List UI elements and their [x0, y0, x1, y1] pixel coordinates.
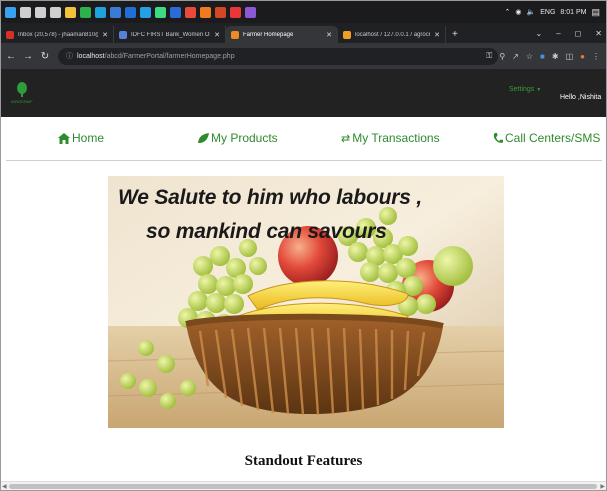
nav-my-transactions[interactable]: ⇄ My Transactions: [341, 131, 440, 145]
nav-home[interactable]: Home: [58, 131, 104, 145]
url-host: localhost: [77, 52, 105, 60]
horizontal-scrollbar[interactable]: ◀ ▶: [1, 481, 606, 490]
nav-label: My Transactions: [352, 131, 440, 145]
browser-tabstrip: Inbox (20,578) - jhaaman810@g ✕ IDFC FIR…: [1, 23, 606, 43]
vscode-icon[interactable]: [140, 6, 151, 18]
task-view-icon[interactable]: [50, 6, 61, 18]
tab-phpmyadmin[interactable]: localhost / 127.0.0.1 / agrocraft ✕: [338, 26, 446, 43]
system-tray: ⌃ ◉ 🔈 ENG 8:01 PM ▤: [505, 1, 600, 23]
info-icon[interactable]: ⓘ: [66, 51, 73, 61]
logo-leaf-icon: AGROCRAFT: [9, 82, 35, 104]
phone-icon: [493, 132, 503, 143]
nav-label: Call Centers/SMS: [505, 131, 601, 145]
word-icon[interactable]: [170, 6, 181, 18]
taskbar: ⌃ ◉ 🔈 ENG 8:01 PM ▤: [1, 1, 606, 23]
site-logo[interactable]: AGROCRAFT: [9, 81, 35, 105]
network-icon[interactable]: ◉: [515, 8, 521, 16]
nav-my-products[interactable]: My Products: [197, 131, 278, 145]
key-icon[interactable]: ⚿: [486, 51, 492, 61]
clock[interactable]: 8:01 PM: [560, 9, 586, 16]
new-tab-button[interactable]: +: [446, 26, 464, 43]
notification-icon[interactable]: ▤: [591, 7, 600, 18]
chevron-up-icon[interactable]: ⌃: [505, 8, 511, 16]
zoom-icon[interactable]: ⚲: [499, 52, 505, 61]
scrollbar-thumb[interactable]: [9, 484, 597, 489]
volume-icon[interactable]: 🔈: [527, 8, 536, 16]
search-icon[interactable]: [20, 6, 31, 18]
chrome-icon[interactable]: [80, 6, 91, 18]
tab-label: IDFC FIRST Bank_Women Only C: [131, 31, 210, 38]
close-icon[interactable]: ✕: [434, 31, 440, 39]
nav-call-centers[interactable]: Call Centers/SMS: [493, 131, 600, 145]
scroll-right-icon[interactable]: ▶: [600, 483, 605, 490]
profile-avatar[interactable]: ●: [580, 52, 585, 61]
app-icon-3[interactable]: [230, 6, 241, 18]
edge-icon[interactable]: [95, 6, 106, 18]
tab-label: Inbox (20,578) - jhaaman810@g: [18, 31, 99, 38]
photos-icon[interactable]: [110, 6, 121, 18]
bank-icon: [119, 30, 127, 39]
hero-slogan-line1: We Salute to him who labours ,: [118, 186, 422, 209]
tab-farmer-homepage[interactable]: Farmer Homepage ✕: [226, 26, 338, 43]
gmail-icon: [6, 30, 14, 39]
share-icon[interactable]: ↗: [512, 52, 519, 61]
settings-label: Settings: [509, 86, 535, 93]
nav-label: Home: [72, 131, 105, 145]
hero-slogan-line2: so mankind can savours: [146, 220, 387, 243]
screenshot-frame: ⌃ ◉ 🔈 ENG 8:01 PM ▤ Inbox (20,578) - jha…: [0, 0, 607, 491]
extension-icon[interactable]: ■: [540, 52, 545, 61]
language-indicator[interactable]: ENG: [540, 9, 555, 16]
tab-label: Farmer Homepage: [243, 31, 294, 38]
svg-text:AGROCRAFT: AGROCRAFT: [11, 99, 33, 104]
browser-toolbar: ← → ↻ ⓘ localhost /abcd/FarmerPortal/far…: [1, 43, 606, 69]
close-icon[interactable]: ✕: [326, 31, 332, 39]
back-icon[interactable]: ←: [4, 51, 18, 62]
app-icon-2[interactable]: [200, 6, 211, 18]
user-greeting: Hello ,Nishita: [560, 94, 602, 101]
taskbar-icons: [1, 6, 256, 18]
android-studio-icon[interactable]: [155, 6, 166, 18]
main-nav: Home My Products ⇄ My Transactions Call …: [6, 117, 602, 161]
phpmyadmin-icon: [343, 30, 351, 39]
reload-icon[interactable]: ↻: [38, 51, 52, 62]
home-icon: [58, 132, 70, 144]
forward-icon[interactable]: →: [21, 51, 35, 62]
settings-dropdown[interactable]: Settings ▼: [509, 86, 541, 93]
close-icon[interactable]: ✕: [214, 31, 220, 39]
tab-idfc[interactable]: IDFC FIRST Bank_Women Only C ✕: [114, 26, 226, 43]
maximize-icon[interactable]: ◻: [575, 29, 582, 38]
bookmark-star-icon[interactable]: ☆: [526, 52, 533, 61]
leaf-icon: [198, 132, 209, 143]
sidepanel-icon[interactable]: ◫: [566, 52, 574, 61]
app-icon[interactable]: [185, 6, 196, 18]
visual-studio-icon[interactable]: [245, 6, 256, 18]
close-window-icon[interactable]: ✕: [595, 29, 602, 38]
tab-label: localhost / 127.0.0.1 / agrocraft: [355, 31, 431, 38]
scroll-left-icon[interactable]: ◀: [2, 483, 7, 490]
minimize-icon[interactable]: –: [556, 29, 560, 38]
puzzle-icon[interactable]: ✱: [552, 52, 559, 61]
powerpoint-icon[interactable]: [215, 6, 226, 18]
url-path: /abcd/FarmerPortal/farmerHomepage.php: [104, 52, 235, 60]
exchange-icon: ⇄: [341, 132, 351, 145]
hero-banner: We Salute to him who labours , so mankin…: [108, 176, 504, 428]
tab-gmail[interactable]: Inbox (20,578) - jhaaman810@g ✕: [1, 26, 114, 43]
menu-icon[interactable]: ⋮: [592, 52, 600, 61]
close-icon[interactable]: ✕: [102, 31, 108, 39]
file-explorer-icon[interactable]: [65, 6, 76, 18]
cortana-icon[interactable]: [35, 6, 46, 18]
caret-down-icon: ▼: [536, 87, 542, 93]
window-controls: ⌄ – ◻ ✕: [536, 23, 603, 43]
standout-features-heading: Standout Features: [244, 453, 363, 469]
address-bar[interactable]: ⓘ localhost /abcd/FarmerPortal/farmerHom…: [58, 47, 498, 65]
tab-search-icon[interactable]: ⌄: [536, 29, 543, 38]
page-icon: [231, 30, 239, 39]
fruit-basket-image: [108, 176, 504, 428]
toolbar-icons: ⚿ ⚲ ↗ ☆ ■ ✱ ◫ ● ⋮: [486, 43, 600, 69]
windows-start-icon[interactable]: [5, 6, 16, 18]
nav-label: My Products: [211, 131, 278, 145]
site-header: AGROCRAFT Settings ▼ Hello ,Nishita: [1, 69, 606, 117]
store-icon[interactable]: [125, 6, 136, 18]
